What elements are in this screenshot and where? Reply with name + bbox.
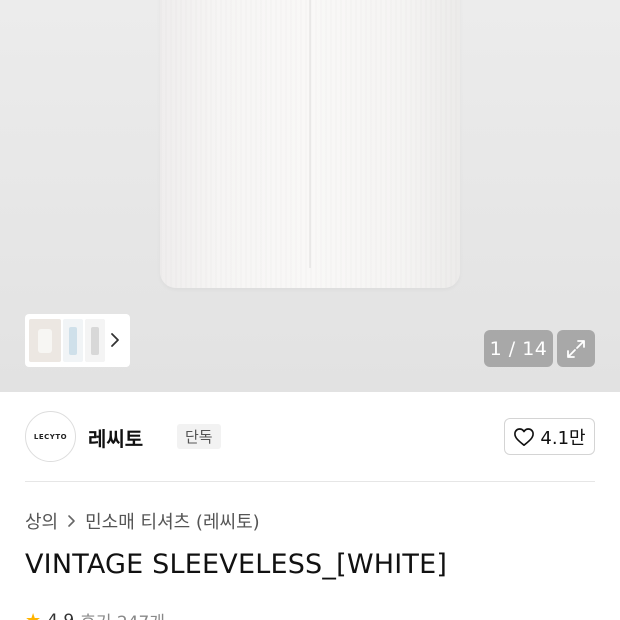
like-button[interactable]: 4.1만	[504, 418, 595, 455]
expand-button[interactable]	[557, 330, 595, 367]
divider	[25, 481, 595, 482]
product-image-gallery[interactable]: 1 / 14	[0, 0, 620, 392]
thumbnail-strip[interactable]	[25, 314, 130, 367]
breadcrumb-subcategory[interactable]: 민소매 티셔츠 (레씨토)	[85, 508, 260, 534]
thumbnail-2[interactable]	[63, 319, 83, 362]
exclusive-badge: 단독	[177, 424, 221, 449]
like-count: 4.1만	[540, 427, 586, 449]
thumbnail-1[interactable]	[29, 319, 61, 362]
image-counter: 1 / 14	[484, 330, 553, 367]
breadcrumb: 상의 민소매 티셔츠 (레씨토)	[25, 508, 260, 534]
expand-icon	[567, 339, 585, 358]
brand-row: LECYTO 레씨토 단독 4.1만	[25, 411, 595, 463]
chevron-right-icon	[67, 514, 76, 528]
product-title: VINTAGE SLEEVELESS_[WHITE]	[25, 549, 448, 580]
brand-logo-text: LECYTO	[33, 432, 68, 441]
brand-name[interactable]: 레씨토	[88, 423, 143, 452]
brand-logo[interactable]: LECYTO	[25, 411, 76, 462]
rating-score: 4.9	[47, 611, 74, 620]
heart-icon	[514, 427, 535, 446]
review-count[interactable]: 후기 247개	[80, 608, 165, 620]
chevron-right-icon[interactable]	[108, 332, 122, 348]
rating-row[interactable]: ★ 4.9 후기 247개	[25, 608, 165, 620]
thumbnail-3[interactable]	[85, 319, 105, 362]
breadcrumb-category[interactable]: 상의	[25, 508, 58, 534]
star-icon: ★	[25, 610, 41, 620]
product-image	[160, 0, 460, 288]
